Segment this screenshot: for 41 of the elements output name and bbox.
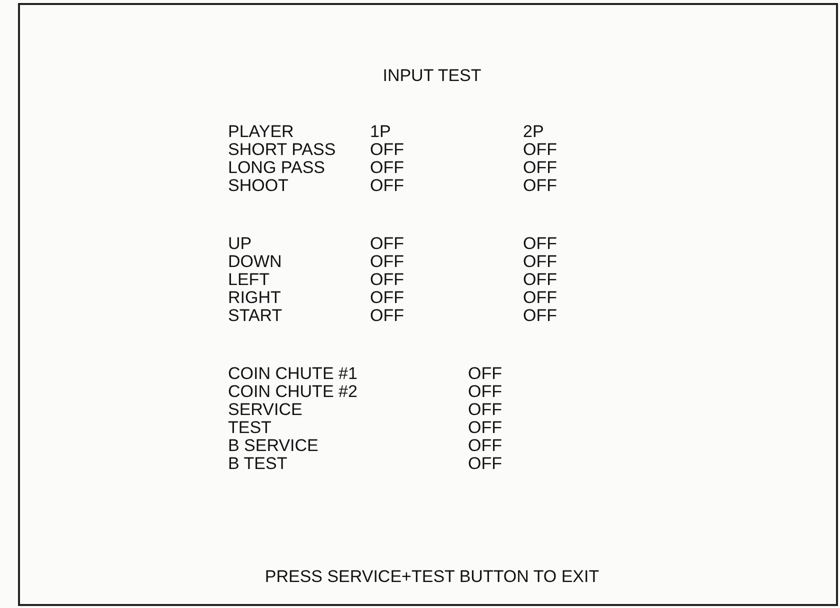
input-label: B TEST: [228, 455, 288, 473]
input-state: OFF: [523, 141, 558, 159]
input-label: LONG PASS: [228, 159, 326, 177]
screen-title: INPUT TEST: [382, 67, 482, 85]
input-label: LEFT: [228, 271, 271, 289]
input-state: OFF: [370, 141, 405, 159]
input-state: OFF: [370, 271, 405, 289]
input-state: OFF: [370, 177, 405, 195]
input-label: TEST: [228, 419, 272, 437]
input-state: OFF: [468, 419, 503, 437]
input-state: OFF: [523, 159, 558, 177]
input-label: SHORT PASS: [228, 141, 337, 159]
input-state: OFF: [523, 253, 558, 271]
input-state: OFF: [523, 307, 558, 325]
input-state: OFF: [523, 271, 558, 289]
input-label: DOWN: [228, 253, 283, 271]
input-state: OFF: [523, 289, 558, 307]
column-header: 1P: [370, 123, 392, 141]
input-state: OFF: [468, 365, 503, 383]
input-label: SHOOT: [228, 177, 290, 195]
column-header: PLAYER: [228, 123, 295, 141]
input-state: OFF: [468, 455, 503, 473]
input-state: OFF: [370, 253, 405, 271]
input-state: OFF: [370, 307, 405, 325]
input-state: OFF: [468, 401, 503, 419]
input-label: UP: [228, 235, 253, 253]
input-state: OFF: [468, 383, 503, 401]
input-label: RIGHT: [228, 289, 282, 307]
exit-instruction: PRESS SERVICE+TEST BUTTON TO EXIT: [264, 568, 600, 586]
input-state: OFF: [468, 437, 503, 455]
input-label: START: [228, 307, 284, 325]
input-state: OFF: [523, 177, 558, 195]
input-label: SERVICE: [228, 401, 304, 419]
input-state: OFF: [523, 235, 558, 253]
input-label: COIN CHUTE #1: [228, 365, 358, 383]
input-state: OFF: [370, 159, 405, 177]
input-label: B SERVICE: [228, 437, 320, 455]
input-label: COIN CHUTE #2: [228, 383, 358, 401]
input-state: OFF: [370, 289, 405, 307]
column-header: 2P: [523, 123, 545, 141]
input-state: OFF: [370, 235, 405, 253]
